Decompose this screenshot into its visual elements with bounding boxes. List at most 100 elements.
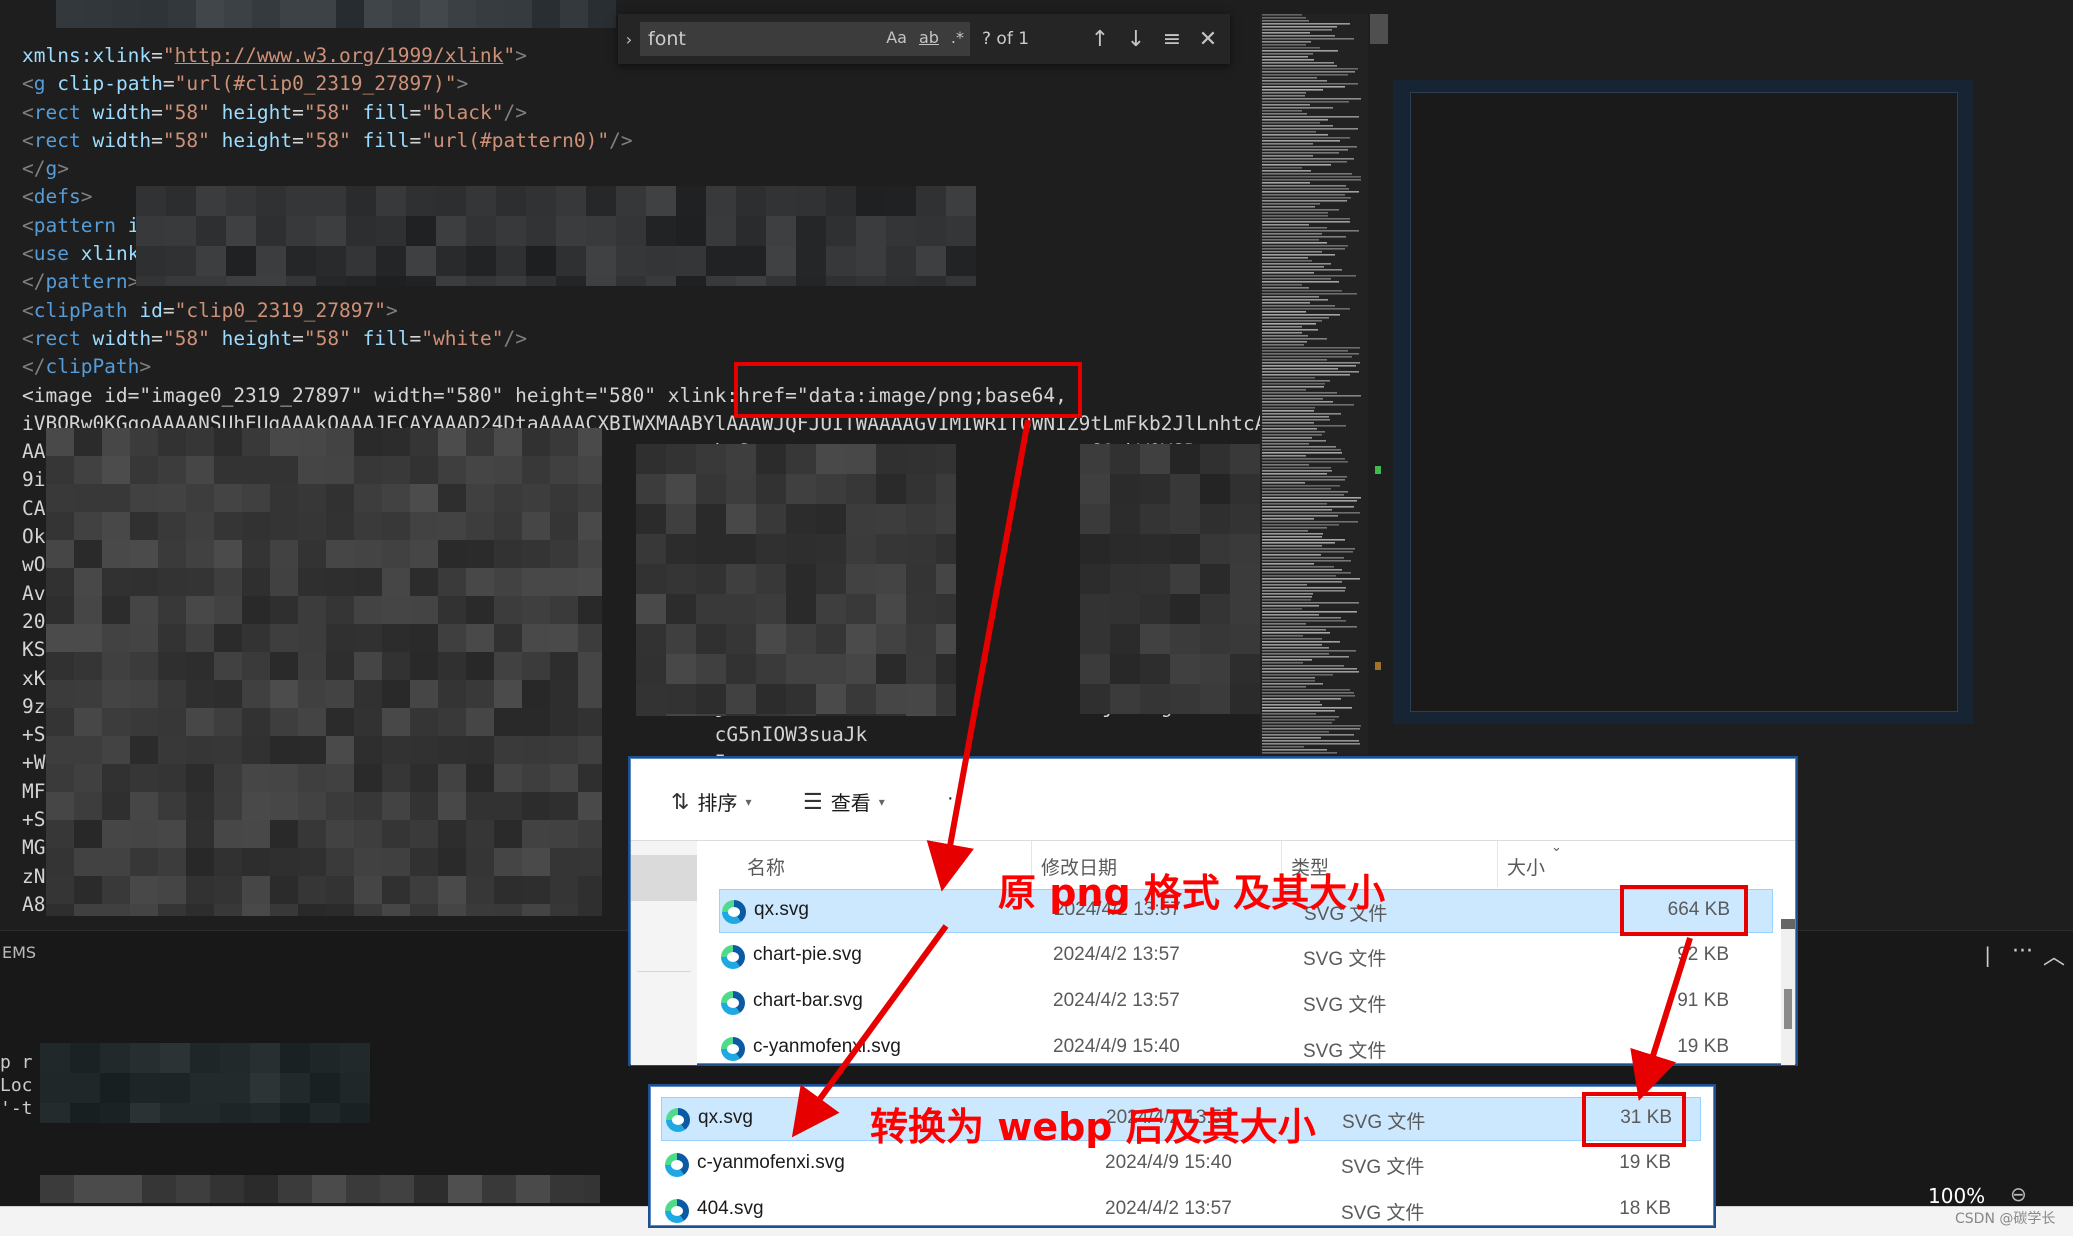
- redaction-pixel: [916, 246, 946, 276]
- next-match-icon[interactable]: ↓: [1118, 27, 1154, 52]
- file-row[interactable]: chart-bar.svg 2024/4/2 13:57 SVG 文件 91 KB: [719, 981, 1773, 1025]
- redaction-pixel: [1080, 624, 1110, 654]
- redaction-pixel: [726, 504, 756, 534]
- header-name[interactable]: 名称: [747, 853, 785, 880]
- minimap-line: [1262, 179, 1361, 181]
- minimap-line: [1262, 203, 1320, 205]
- scroll-thumb[interactable]: [1784, 989, 1792, 1029]
- redaction-pixel: [906, 444, 936, 474]
- redaction-pixel: [242, 848, 270, 876]
- minimap-line: [1262, 263, 1331, 265]
- minimap-line: [1262, 551, 1353, 553]
- redaction-pixel: [102, 428, 130, 456]
- redaction-pixel: [876, 534, 906, 564]
- file-size: 19 KB: [1677, 1036, 1729, 1057]
- redaction-pixel: [226, 186, 256, 216]
- redaction-pixel: [158, 736, 186, 764]
- redaction-pixel: [278, 1175, 312, 1203]
- redaction-pixel: [636, 564, 666, 594]
- redaction-pixel: [526, 186, 556, 216]
- redaction-pixel: [214, 456, 242, 484]
- collapse-panel-icon[interactable]: ︿: [2043, 939, 2065, 971]
- find-input[interactable]: font Aa ab .*: [640, 22, 970, 56]
- zoom-out-icon[interactable]: ⊖: [2010, 1182, 2027, 1206]
- minimap-line: [1262, 206, 1315, 208]
- file-row[interactable]: 404.svg 2024/4/2 13:57 SVG 文件 18 KB: [661, 1189, 1701, 1233]
- redaction-pixel: [298, 764, 326, 792]
- code-line[interactable]: <rect width="58" height="58" fill="url(#…: [22, 127, 1278, 155]
- file-type: SVG 文件: [1303, 1041, 1387, 1062]
- editor-scrollbar[interactable]: [1370, 14, 1388, 44]
- minimap-line: [1262, 386, 1324, 388]
- column-divider[interactable]: [1497, 841, 1498, 887]
- redaction-pixel: [1200, 564, 1230, 594]
- minimap-line: [1262, 131, 1316, 133]
- redaction-pixel: [270, 708, 298, 736]
- view-button[interactable]: ☰ 查看 ▾: [803, 787, 885, 816]
- code-token: <: [22, 298, 34, 322]
- navigation-pane[interactable]: [631, 841, 697, 1065]
- minimap-line: [1262, 674, 1333, 676]
- code-line[interactable]: </clipPath>: [22, 353, 1278, 381]
- minimap-line: [1262, 311, 1306, 313]
- redaction-pixel: [766, 216, 796, 246]
- zoom-level[interactable]: 100%: [1928, 1184, 1985, 1208]
- redaction-pixel: [876, 624, 906, 654]
- minimap[interactable]: [1260, 14, 1368, 754]
- panel-tab-label[interactable]: EMS: [2, 943, 36, 962]
- redaction-pixel: [1140, 684, 1170, 714]
- redaction-pixel: [816, 564, 846, 594]
- regex-icon[interactable]: .*: [951, 28, 964, 47]
- code-line[interactable]: <image id="image0_2319_27897" width="580…: [22, 382, 1278, 410]
- code-token: >: [80, 185, 93, 209]
- close-find-icon[interactable]: ✕: [1190, 27, 1226, 52]
- scroll-up-area[interactable]: [1781, 919, 1795, 929]
- file-row[interactable]: chart-pie.svg 2024/4/2 13:57 SVG 文件 92 KB: [719, 935, 1773, 979]
- more-actions-icon[interactable]: ···: [2012, 939, 2033, 964]
- minimap-line: [1262, 632, 1330, 634]
- code-line[interactable]: <clipPath id="clip0_2319_27897">: [22, 297, 1278, 325]
- minimap-line: [1262, 713, 1316, 715]
- explorer-toolbar: ⇅ 排序 ▾ ☰ 查看 ▾ ··: [631, 759, 1795, 841]
- redaction-pixel: [1230, 474, 1260, 504]
- redaction-pixel: [70, 1073, 100, 1103]
- redaction-pixel: [494, 820, 522, 848]
- redaction-pixel: [354, 456, 382, 484]
- redaction-pixel: [100, 1073, 130, 1103]
- header-size[interactable]: 大小: [1507, 853, 1545, 880]
- redaction-pixel: [916, 216, 946, 246]
- redaction-pixel: [886, 246, 916, 276]
- minimap-line: [1262, 431, 1325, 433]
- code-line[interactable]: <g clip-path="url(#clip0_2319_27897)">: [22, 70, 1278, 98]
- find-in-selection-icon[interactable]: ≡: [1154, 27, 1190, 52]
- previous-match-icon[interactable]: ↑: [1082, 27, 1118, 52]
- file-row[interactable]: c-yanmofenxi.svg 2024/4/9 15:40 SVG 文件 19 K…: [719, 1027, 1773, 1071]
- toggle-replace-icon[interactable]: ›: [618, 30, 640, 49]
- code-line[interactable]: </g>: [22, 155, 1278, 183]
- minimap-line: [1262, 215, 1328, 217]
- redaction-pixel: [130, 512, 158, 540]
- minimap-line: [1262, 497, 1361, 499]
- find-widget[interactable]: › font Aa ab .* ? of 1 ↑ ↓ ≡ ✕: [618, 14, 1230, 64]
- minimap-line: [1262, 308, 1350, 310]
- redaction-pixel: [550, 568, 578, 596]
- redaction-pixel: [242, 484, 270, 512]
- redaction-pixel: [224, 0, 252, 28]
- code-line[interactable]: <rect width="58" height="58" fill="white…: [22, 325, 1278, 353]
- nav-selected-item[interactable]: [631, 855, 697, 901]
- redaction-pixel: [946, 216, 976, 246]
- redaction-pixel: [522, 512, 550, 540]
- sort-button[interactable]: ⇅ 排序 ▾: [671, 787, 751, 816]
- code-line[interactable]: <rect width="58" height="58" fill="black…: [22, 99, 1278, 127]
- minimap-line: [1262, 404, 1354, 406]
- match-case-icon[interactable]: Aa: [886, 28, 907, 47]
- more-button[interactable]: ··: [947, 787, 960, 810]
- code-token: pattern: [33, 213, 116, 237]
- explorer-scrollbar[interactable]: [1781, 919, 1795, 1065]
- redaction-pixel: [46, 792, 74, 820]
- redaction-pixel: [46, 428, 74, 456]
- whole-word-icon[interactable]: ab: [919, 28, 939, 47]
- minimap-line: [1262, 659, 1312, 661]
